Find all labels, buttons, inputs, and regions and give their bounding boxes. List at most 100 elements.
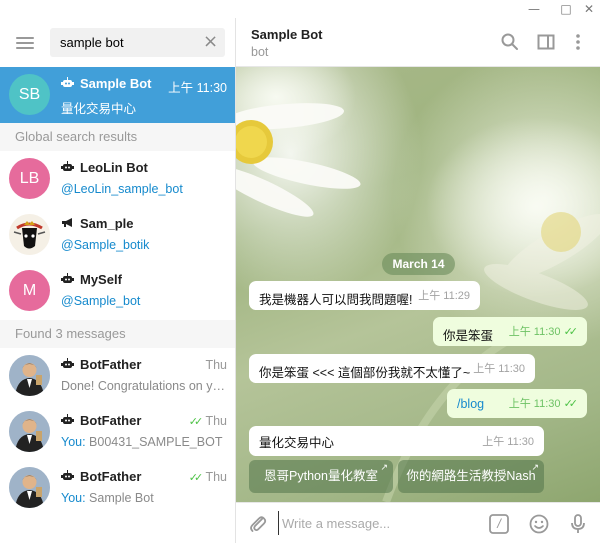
chat-name: BotFather xyxy=(61,413,141,428)
message-preview: Done! Congratulations on your new bot. xyxy=(61,379,229,393)
chat-name: Sam_ple xyxy=(61,216,133,231)
you-prefix: You: xyxy=(61,435,90,449)
microphone-icon[interactable] xyxy=(567,513,589,535)
message-text: Sample Bot xyxy=(89,491,154,505)
message-bubble-outgoing[interactable]: 你是笨蛋 上午 11:30 ✓✓ xyxy=(433,317,587,346)
message-text: 你是笨蛋 xyxy=(443,329,494,343)
double-check-icon: ✓✓ xyxy=(188,416,204,428)
crest-avatar xyxy=(9,214,50,255)
search-bar: × xyxy=(0,18,235,67)
message-text: 量化交易中心 xyxy=(259,436,335,450)
search-icon[interactable] xyxy=(500,32,520,52)
robot-icon xyxy=(61,470,75,484)
chat-item-sam-ple[interactable]: Sam_ple @Sample_botik xyxy=(0,207,235,263)
botfather-avatar xyxy=(9,355,50,396)
chat-title: Sample Bot xyxy=(251,27,323,42)
external-link-icon: ↗ xyxy=(380,462,388,472)
message-time: 上午 11:30 xyxy=(473,363,525,375)
message-result-item[interactable]: BotFather ✓✓ Thu You: Sample Bot xyxy=(0,460,235,516)
chat-name-text: BotFather xyxy=(80,357,142,372)
paperclip-icon[interactable] xyxy=(247,513,269,535)
close-window-button[interactable]: ✕ xyxy=(578,0,600,18)
message-input[interactable] xyxy=(278,511,478,535)
inline-button-python-classroom[interactable]: 恩哥Python量化教室 ↗ xyxy=(249,460,393,493)
date-separator: March 14 xyxy=(382,253,455,275)
chat-name: BotFather xyxy=(61,469,141,484)
chat-name-text: BotFather xyxy=(80,469,142,484)
message-bubble-outgoing[interactable]: /blog 上午 11:30 ✓✓ xyxy=(447,389,587,418)
message-result-item[interactable]: BotFather ✓✓ Thu You: B00431_SAMPLE_BOT xyxy=(0,404,235,460)
chat-time: 上午 11:30 xyxy=(168,81,227,95)
message-bubble-incoming[interactable]: 你是笨蛋 <<< 這個部份我就不太懂了~ 上午 11:30 xyxy=(249,354,535,383)
clear-search-icon[interactable]: × xyxy=(202,33,219,51)
botfather-avatar xyxy=(9,467,50,508)
section-found-messages: Found 3 messages xyxy=(0,320,235,348)
message-time: 上午 11:30 xyxy=(482,436,534,448)
chat-item-myself[interactable]: M MySelf @Sample_bot xyxy=(0,263,235,319)
button-label: 你的網路生活教授Nash xyxy=(406,469,536,483)
robot-icon xyxy=(61,273,75,287)
chat-name: Sample Bot xyxy=(61,76,152,91)
inline-button-nash-professor[interactable]: 你的網路生活教授Nash ↗ xyxy=(398,460,544,493)
double-check-icon: ✓✓ xyxy=(563,326,579,338)
chat-background: March 14 我是機器人可以問我問題喔! 上午 11:29 你是笨蛋 上午 … xyxy=(236,67,600,502)
message-time: 上午 11:30 ✓✓ xyxy=(508,323,579,339)
message-text: B00431_SAMPLE_BOT xyxy=(89,435,223,449)
time-text: Thu xyxy=(205,470,227,484)
botfather-avatar xyxy=(9,411,50,452)
message-composer: / xyxy=(236,502,600,543)
search-box: × xyxy=(50,28,225,57)
conversation-panel: Sample Bot bot March 14 我是機器人可以問我問題喔! 上午… xyxy=(236,18,600,543)
chat-status: bot xyxy=(251,45,269,59)
time-text: 上午 11:30 xyxy=(508,326,561,338)
message-text: 你是笨蛋 <<< 這個部份我就不太懂了~ xyxy=(259,366,471,380)
robot-icon xyxy=(61,358,75,372)
sidebar-toggle-icon[interactable] xyxy=(536,32,556,52)
megaphone-icon xyxy=(61,217,75,231)
menu-icon[interactable] xyxy=(16,37,34,49)
more-vertical-icon[interactable] xyxy=(568,32,588,52)
chat-list-panel: × SB Sample Bot 上午 11:30 量化交易中心 Global s… xyxy=(0,18,236,543)
time-text: Thu xyxy=(205,414,227,428)
message-time: 上午 11:30 ✓✓ xyxy=(509,395,579,411)
bot-commands-icon[interactable]: / xyxy=(488,513,510,535)
section-global-search: Global search results xyxy=(0,123,235,151)
command-link[interactable]: /blog xyxy=(457,397,484,411)
chat-item-leolin-bot[interactable]: LB LeoLin Bot @LeoLin_sample_bot xyxy=(0,151,235,207)
double-check-icon: ✓✓ xyxy=(563,398,579,410)
message-bubble-incoming[interactable]: 量化交易中心 上午 11:30 xyxy=(249,426,544,456)
chat-username: @LeoLin_sample_bot xyxy=(61,182,183,196)
chat-name-text: LeoLin Bot xyxy=(80,160,148,175)
chat-name-text: Sample Bot xyxy=(80,76,152,91)
search-input[interactable] xyxy=(50,28,195,57)
chat-name-text: Sam_ple xyxy=(80,216,134,231)
chat-preview: 量化交易中心 xyxy=(61,102,137,116)
external-link-icon: ↗ xyxy=(531,462,539,472)
minimize-button[interactable]: — xyxy=(523,0,545,18)
robot-icon xyxy=(61,77,75,91)
chat-time: ✓✓ Thu xyxy=(189,470,227,484)
emoji-icon[interactable] xyxy=(528,513,550,535)
message-result-item[interactable]: BotFather Thu Done! Congratulations on y… xyxy=(0,348,235,404)
chat-name-text: BotFather xyxy=(80,413,142,428)
button-label: 恩哥Python量化教室 xyxy=(264,469,378,483)
you-prefix: You: xyxy=(61,491,90,505)
message-preview: You: Sample Bot xyxy=(61,491,229,505)
chat-name: BotFather xyxy=(61,357,141,372)
avatar: LB xyxy=(9,158,50,199)
maximize-button[interactable]: □ xyxy=(555,0,577,18)
chat-name: LeoLin Bot xyxy=(61,160,148,175)
double-check-icon: ✓✓ xyxy=(188,472,204,484)
avatar: SB xyxy=(9,74,50,115)
chat-name-text: MySelf xyxy=(80,272,122,287)
message-time: 上午 11:29 xyxy=(418,290,470,302)
chat-time: ✓✓ Thu xyxy=(189,414,227,428)
chat-item-sample-bot[interactable]: SB Sample Bot 上午 11:30 量化交易中心 xyxy=(0,67,235,123)
message-bubble-incoming[interactable]: 我是機器人可以問我問題喔! 上午 11:29 xyxy=(249,281,480,310)
avatar: M xyxy=(9,270,50,311)
chat-username: @Sample_bot xyxy=(61,294,141,308)
robot-icon xyxy=(61,414,75,428)
message-text: 我是機器人可以問我問題喔! xyxy=(259,293,413,307)
chat-header[interactable]: Sample Bot bot xyxy=(236,18,600,67)
window-titlebar: — □ ✕ xyxy=(0,0,600,18)
